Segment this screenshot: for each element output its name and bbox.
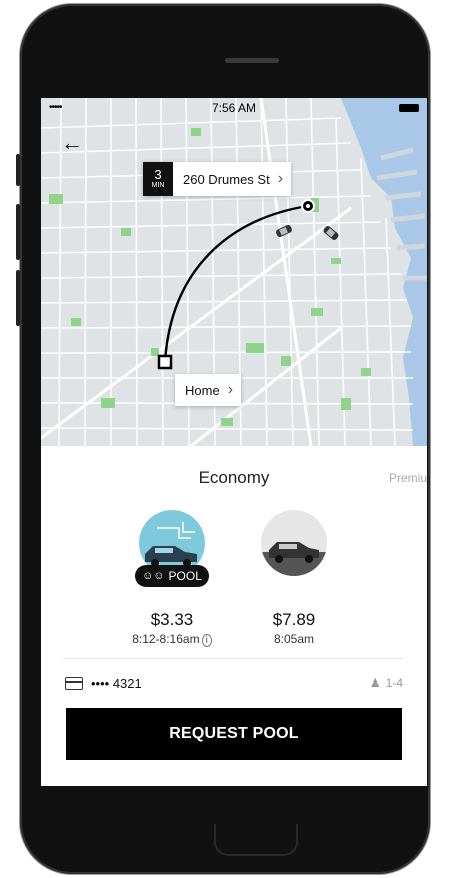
card-number: •••• 4321 [91, 676, 142, 691]
rider-count[interactable]: ♟ 1-4 [370, 676, 403, 690]
payment-method[interactable]: •••• 4321 [65, 676, 142, 691]
group-icon: ☺☺ [142, 570, 165, 582]
volume-down-button [16, 270, 20, 326]
back-arrow-icon[interactable]: ← [61, 132, 83, 154]
pickup-label: Home [185, 382, 220, 398]
pool-badge: ☺☺ POOL [135, 565, 209, 587]
pickup-card[interactable]: Home › [175, 374, 242, 406]
chevron-right-icon: › [277, 170, 284, 187]
uberx-time: 8:05am [273, 632, 315, 646]
uberx-option[interactable]: $7.89 8:05am [244, 510, 344, 646]
water-area [341, 98, 427, 446]
pool-price: $3.33 [150, 610, 194, 629]
app-screen: ••••• 7:56 AM ← 3 MIN 260 Drumes St › Ho… [41, 98, 427, 786]
speaker-grille [225, 58, 279, 63]
side-button [16, 154, 20, 186]
clock: 7:56 AM [211, 101, 257, 115]
pickup-marker [157, 354, 173, 370]
car-icon [276, 224, 292, 238]
battery-icon [399, 104, 419, 112]
volume-up-button [16, 204, 20, 260]
pool-time: 8:12-8:16am i [122, 632, 222, 647]
eta-box: 3 MIN [143, 162, 173, 196]
uberx-price: $7.89 [272, 610, 316, 629]
next-category-tab[interactable]: Premiu [389, 471, 427, 485]
chevron-right-icon: › [227, 381, 234, 398]
home-button [214, 824, 298, 856]
divider [63, 658, 403, 659]
destination-card[interactable]: 3 MIN 260 Drumes St › [143, 162, 292, 196]
product-category-title[interactable]: Economy [41, 468, 427, 488]
status-bar: ••••• 7:56 AM [41, 98, 427, 118]
map-view[interactable]: ••••• 7:56 AM ← 3 MIN 260 Drumes St › Ho… [41, 98, 427, 446]
car-icon [261, 510, 327, 576]
destination-address: 260 Drumes St [183, 171, 270, 187]
request-pool-button[interactable]: REQUEST POOL [66, 708, 402, 760]
info-icon[interactable]: i [201, 634, 212, 647]
credit-card-icon [65, 677, 83, 690]
person-icon: ♟ [369, 676, 381, 690]
